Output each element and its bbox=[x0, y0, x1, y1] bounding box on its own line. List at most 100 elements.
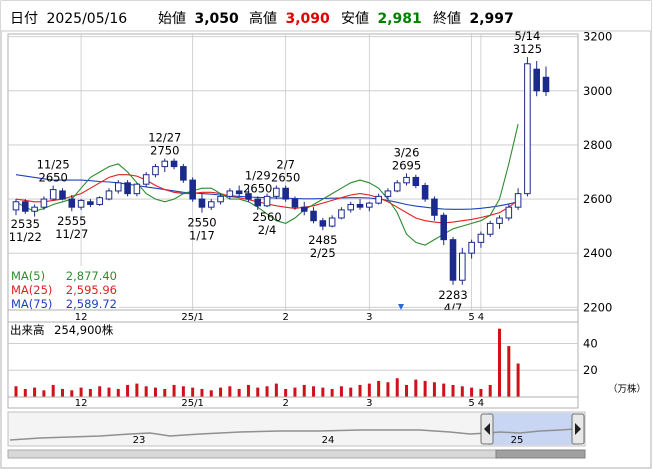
volume-unit: （万株） bbox=[608, 383, 646, 395]
volume-bar bbox=[432, 382, 436, 397]
volume-bar bbox=[507, 346, 511, 397]
volume-bar bbox=[70, 390, 74, 397]
candle bbox=[524, 57, 531, 197]
volume-bar bbox=[470, 387, 474, 397]
volume-bar bbox=[293, 387, 297, 397]
volume-bar bbox=[358, 384, 362, 397]
candle-body-down bbox=[421, 185, 429, 200]
open-label: 始値 bbox=[158, 11, 186, 27]
annotation-date: 1/17 bbox=[189, 229, 215, 243]
volume-bar bbox=[88, 388, 92, 397]
navigator-scrollbar-track[interactable] bbox=[7, 449, 497, 459]
candle-body-up bbox=[459, 252, 466, 281]
annotation-date: 2/4 bbox=[258, 223, 277, 237]
candle-body-up bbox=[514, 193, 522, 208]
volume-bar bbox=[479, 388, 483, 397]
date-label: 日付 bbox=[10, 11, 38, 27]
candle-body-up bbox=[133, 183, 141, 195]
legend-ma75-value: 2,589.72 bbox=[66, 297, 117, 311]
annotation-value: 2485 bbox=[308, 233, 337, 247]
candle bbox=[459, 247, 466, 285]
candle-body-up bbox=[152, 166, 159, 176]
candle-body-down bbox=[533, 68, 540, 92]
candle-body-down bbox=[22, 201, 29, 212]
legend-ma25-value: 2,595.96 bbox=[66, 283, 117, 297]
price-x-axis-strip bbox=[7, 309, 579, 323]
price-tick-label: 2800 bbox=[583, 138, 612, 152]
annotation-3-26: 3/262695 bbox=[392, 145, 421, 172]
annotation-date: 5/14 bbox=[514, 29, 540, 43]
volume-tick-label: 40 bbox=[583, 336, 598, 350]
candle-body-up bbox=[12, 201, 20, 211]
volume-title: 出来高 254,900株 bbox=[10, 323, 114, 337]
volume-bar bbox=[488, 384, 492, 397]
navigator-selection[interactable] bbox=[488, 413, 575, 445]
candle bbox=[505, 204, 513, 221]
open-value: 3,050 bbox=[194, 11, 239, 27]
price-tick-label: 2600 bbox=[583, 192, 612, 206]
candle-body-up bbox=[105, 190, 113, 200]
candle-body-up bbox=[96, 197, 103, 205]
candle-body-up bbox=[384, 190, 392, 197]
volume-bar bbox=[228, 386, 232, 397]
legend-ma5-value: 2,877.40 bbox=[66, 269, 117, 283]
volume-bar bbox=[460, 386, 464, 397]
candle bbox=[189, 177, 196, 202]
open-group: 始値 3,050 bbox=[158, 11, 239, 27]
candle-body-down bbox=[189, 179, 196, 200]
navigator-scrollbar-thumb[interactable] bbox=[495, 449, 586, 459]
candle-body-up bbox=[49, 189, 57, 200]
volume-bar bbox=[349, 387, 353, 397]
annotation-value: 2750 bbox=[150, 143, 179, 157]
candle bbox=[180, 163, 187, 183]
volume-bar bbox=[330, 388, 334, 397]
legend-ma5-name: MA(5) bbox=[11, 269, 45, 283]
high-label: 高値 bbox=[249, 10, 277, 27]
candle bbox=[142, 172, 150, 187]
annotation-date: 2/7 bbox=[276, 158, 295, 172]
annotation-2-25: 24852/25 bbox=[308, 233, 337, 260]
volume-x-tick-label: 5 bbox=[468, 398, 474, 409]
candle-body-down bbox=[59, 190, 66, 200]
volume-bar bbox=[405, 384, 409, 397]
candle-body-down bbox=[431, 198, 438, 216]
annotation-value: 2555 bbox=[57, 214, 86, 228]
candle-body-down bbox=[542, 76, 550, 93]
navigator-right-handle[interactable] bbox=[571, 413, 585, 445]
candle-body-down bbox=[310, 210, 317, 222]
candle-body-up bbox=[263, 195, 271, 207]
navigator-left-handle[interactable] bbox=[480, 413, 494, 445]
legend-ma25-name: MA(25) bbox=[11, 283, 52, 297]
annotation-date: 11/25 bbox=[37, 158, 70, 172]
price-x-tick-label: 2 bbox=[282, 312, 288, 323]
candle-body-down bbox=[319, 220, 327, 227]
range-navigator[interactable]: 23 24 25 bbox=[7, 411, 586, 459]
volume-bar bbox=[516, 363, 520, 397]
annotation-11-25: 11/252650 bbox=[37, 158, 70, 185]
volume-bar bbox=[274, 383, 278, 397]
candle-body-down bbox=[198, 198, 206, 208]
volume-bar bbox=[302, 384, 306, 397]
candle-body-up bbox=[142, 174, 150, 185]
price-x-tick-label: 12 bbox=[75, 312, 88, 323]
low-label: 安値 bbox=[341, 11, 369, 27]
volume-bar bbox=[395, 378, 399, 397]
volume-bar bbox=[107, 387, 111, 397]
volume-bar bbox=[256, 387, 260, 397]
candle-body-up bbox=[496, 217, 503, 224]
price-panel: 320030002800260024002200 253511/2211/252… bbox=[7, 29, 612, 315]
candle-body-up bbox=[226, 190, 234, 197]
volume-bar bbox=[126, 384, 130, 397]
annotation-11-27: 255511/27 bbox=[55, 214, 88, 241]
annotation-value: 2650 bbox=[271, 171, 300, 185]
annotation-value: 2695 bbox=[392, 158, 421, 172]
high-value: 3,090 bbox=[285, 11, 330, 27]
volume-bar bbox=[33, 387, 37, 397]
volume-bar bbox=[172, 384, 176, 397]
candle bbox=[449, 236, 457, 285]
candle-body-down bbox=[235, 190, 243, 195]
candle-body-up bbox=[468, 241, 475, 254]
candle-body-down bbox=[282, 187, 289, 200]
navigator-label-25: 25 bbox=[511, 435, 524, 446]
volume-bar bbox=[423, 380, 427, 397]
